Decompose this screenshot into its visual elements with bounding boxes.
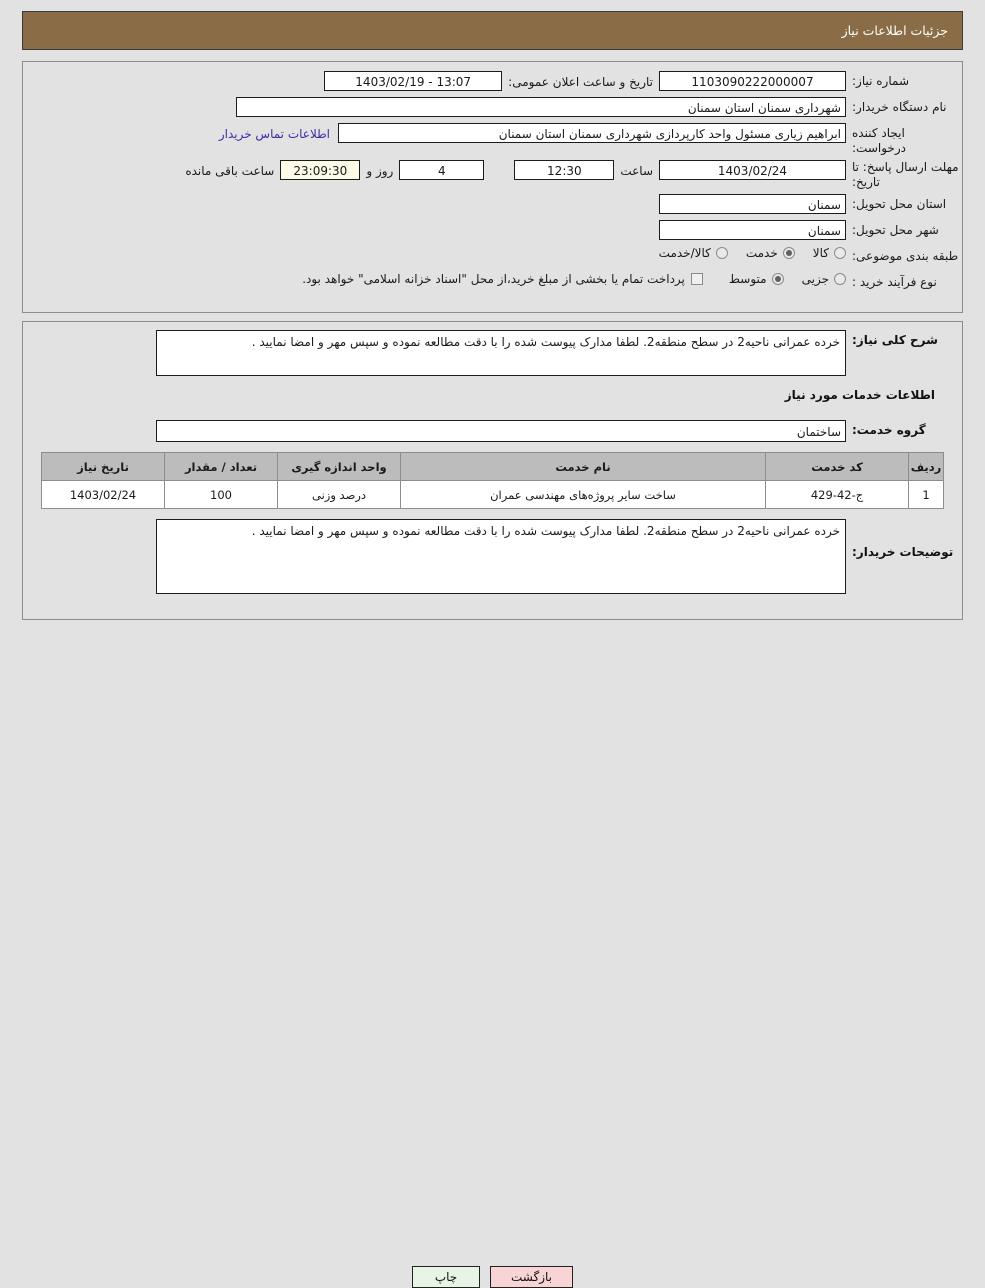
row-buyer-org: نام دستگاه خریدار: شهرداری سمنان استان س…	[23, 97, 962, 119]
classification-option-kala-khedmat[interactable]: کالا/خدمت	[659, 246, 728, 260]
classification-option-label: خدمت	[745, 246, 778, 260]
row-province: استان محل تحویل: سمنان	[23, 194, 962, 216]
services-table: ردیف کد خدمت نام خدمت واحد اندازه گیری ت…	[41, 452, 944, 509]
classification-option-kala[interactable]: کالا	[813, 246, 846, 260]
classification-option-khedmat[interactable]: خدمت	[746, 246, 795, 260]
need-info-rows: شماره نیاز: 1103090222000007 تاریخ و ساع…	[23, 62, 962, 294]
col-quantity: تعداد / مقدار	[164, 452, 278, 481]
need-info-panel: شماره نیاز: 1103090222000007 تاریخ و ساع…	[22, 61, 963, 313]
table-header-row: ردیف کد خدمت نام خدمت واحد اندازه گیری ت…	[41, 452, 944, 481]
radio-icon[interactable]	[782, 247, 795, 259]
province-label: استان محل تحویل:	[852, 197, 947, 211]
cell-index: 1	[908, 480, 944, 509]
need-number-value: 1103090222000007	[659, 71, 846, 91]
deadline-time-value: 12:30	[514, 160, 615, 180]
buyer-notes-textarea[interactable]: خرده عمرانی ناحیه2 در سطح منطقه2. لطفا م…	[156, 519, 846, 594]
page-title: جزئیات اطلاعات نیاز	[841, 23, 948, 38]
services-section-title: اطلاعات خدمات مورد نیاز	[784, 388, 935, 402]
col-index: ردیف	[908, 452, 944, 481]
row-service-group: گروه خدمت: ساختمان	[23, 402, 962, 442]
buyer-contact-link[interactable]: اطلاعات تماس خریدار	[211, 123, 338, 145]
need-number-label: شماره نیاز:	[852, 74, 909, 88]
col-code: کد خدمت	[765, 452, 909, 481]
footer-actions: بازگشت چاپ	[0, 1266, 985, 1288]
services-table-wrap: ردیف کد خدمت نام خدمت واحد اندازه گیری ت…	[23, 442, 962, 509]
buyer-org-label: نام دستگاه خریدار:	[852, 100, 947, 114]
province-value: سمنان	[659, 194, 846, 214]
radio-icon[interactable]	[834, 247, 846, 259]
city-label: شهر محل تحویل:	[852, 223, 939, 237]
cell-code: ج-42-429	[765, 480, 909, 509]
service-group-value: ساختمان	[156, 420, 846, 442]
table-row: 1 ج-42-429 ساخت سایر پروژه‌های مهندسی عم…	[41, 480, 944, 509]
process-option-label: جزیی	[801, 272, 829, 286]
row-buyer-notes: توضیحات خریدار: خرده عمرانی ناحیه2 در سط…	[23, 509, 962, 594]
days-label: روز و	[366, 164, 394, 178]
radio-icon[interactable]	[834, 273, 846, 285]
requester-label: ایجاد کننده درخواست:	[852, 126, 906, 155]
service-details-panel: شرح کلی نیاز: خرده عمرانی ناحیه2 در سطح …	[22, 321, 963, 620]
classification-option-label: کالا/خدمت	[658, 246, 711, 260]
summary-label: شرح کلی نیاز:	[852, 333, 938, 347]
hour-label: ساعت	[620, 164, 653, 178]
row-summary: شرح کلی نیاز: خرده عمرانی ناحیه2 در سطح …	[23, 322, 962, 376]
requester-value: ابراهیم زیاری مسئول واحد کارپردازی شهردا…	[338, 123, 846, 143]
row-city: شهر محل تحویل: سمنان	[23, 220, 962, 242]
treasury-checkbox-item[interactable]: پرداخت تمام یا بخشی از مبلغ خرید،از محل …	[302, 272, 703, 286]
process-option-jozi[interactable]: جزیی	[802, 272, 846, 286]
radio-icon[interactable]	[715, 247, 728, 259]
deadline-label: مهلت ارسال پاسخ: تا تاریخ:	[852, 160, 959, 189]
remaining-suffix-label: ساعت باقی مانده	[185, 164, 275, 178]
summary-textarea[interactable]: خرده عمرانی ناحیه2 در سطح منطقه2. لطفا م…	[156, 330, 846, 376]
row-deadline: مهلت ارسال پاسخ: تا تاریخ: 1403/02/24 سا…	[23, 160, 962, 190]
classification-radio-group: کالا خدمت کالا/خدمت	[641, 246, 846, 260]
time-remaining-value: 23:09:30	[280, 160, 361, 180]
col-unit: واحد اندازه گیری	[277, 452, 401, 481]
classification-option-label: کالا	[812, 246, 829, 260]
process-option-motavaset[interactable]: متوسط	[729, 272, 784, 286]
classification-label: طبقه بندی موضوعی:	[852, 249, 959, 263]
buyer-org-value: شهرداری سمنان استان سمنان	[236, 97, 846, 117]
checkbox-icon[interactable]	[690, 273, 703, 285]
cell-quantity: 100	[164, 480, 278, 509]
process-type-radio-group: جزیی متوسط	[711, 272, 846, 286]
cell-date: 1403/02/24	[41, 480, 165, 509]
deadline-date-value: 1403/02/24	[659, 160, 846, 180]
row-need-number: شماره نیاز: 1103090222000007 تاریخ و ساع…	[23, 71, 962, 93]
cell-unit: درصد وزنی	[277, 480, 401, 509]
col-date: تاریخ نیاز	[41, 452, 165, 481]
days-remaining-value: 4	[399, 160, 485, 180]
radio-icon[interactable]	[771, 273, 784, 285]
back-button[interactable]: بازگشت	[490, 1266, 573, 1288]
process-type-label: نوع فرآیند خرید :	[852, 275, 937, 289]
process-option-label: متوسط	[728, 272, 767, 286]
treasury-checkbox-label: پرداخت تمام یا بخشی از مبلغ خرید،از محل …	[302, 272, 685, 286]
row-process-type: نوع فرآیند خرید : جزیی متوسط پرداخت تمام…	[23, 272, 962, 294]
row-requester: ایجاد کننده درخواست: ابراهیم زیاری مسئول…	[23, 123, 962, 156]
public-announce-value: 13:07 - 1403/02/19	[324, 71, 503, 91]
cell-name: ساخت سایر پروژه‌های مهندسی عمران	[400, 480, 766, 509]
print-button[interactable]: چاپ	[412, 1266, 480, 1288]
service-group-label: گروه خدمت:	[852, 423, 926, 437]
public-announce-label: تاریخ و ساعت اعلان عمومی:	[508, 75, 653, 89]
buyer-notes-label: توضیحات خریدار:	[852, 545, 954, 559]
row-classification: طبقه بندی موضوعی: کالا خدمت کالا/خدمت	[23, 246, 962, 268]
city-value: سمنان	[659, 220, 846, 240]
page-header: جزئیات اطلاعات نیاز	[22, 11, 963, 50]
col-name: نام خدمت	[400, 452, 766, 481]
